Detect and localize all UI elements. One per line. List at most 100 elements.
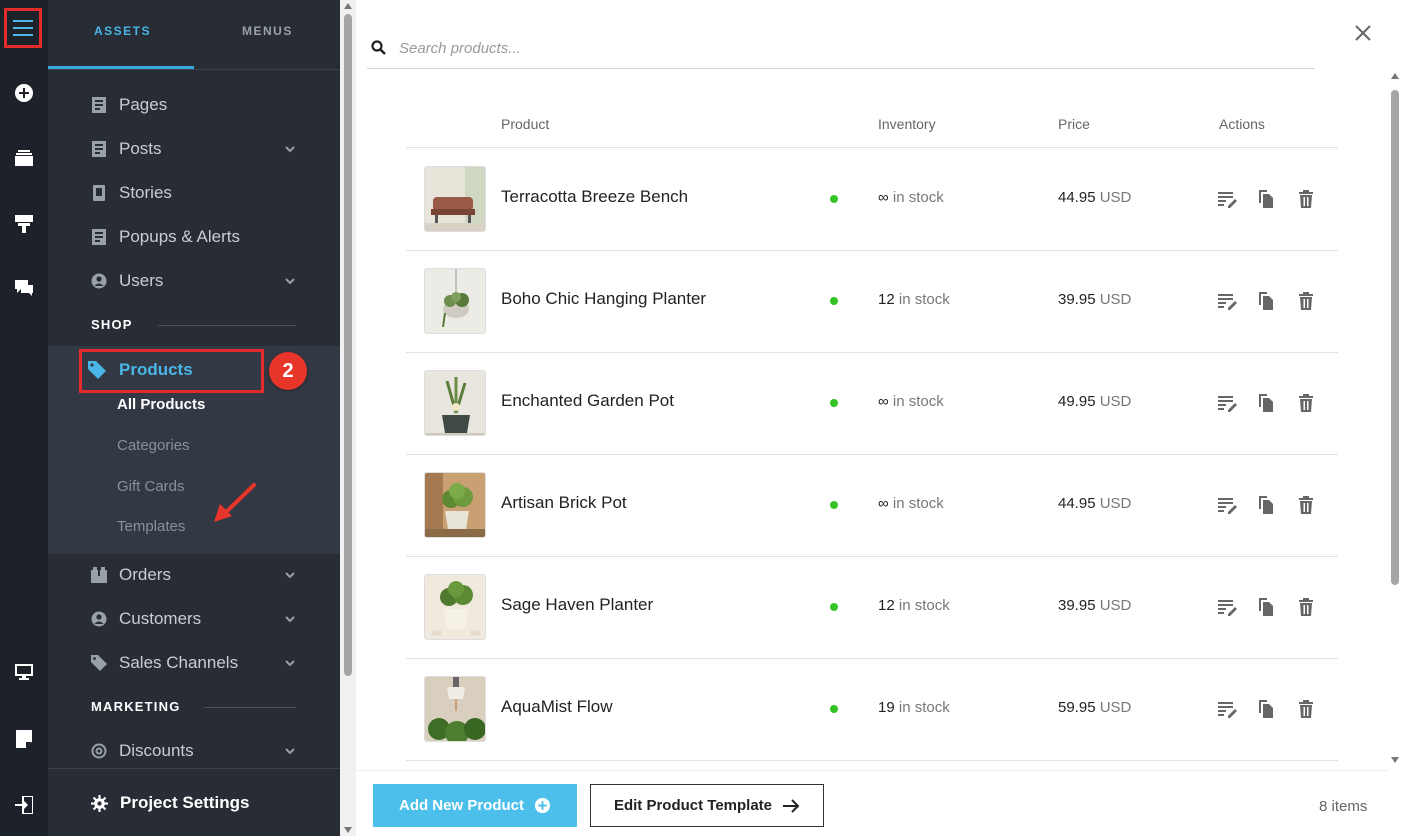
product-name[interactable]: Artisan Brick Pot <box>501 493 627 513</box>
price-amount: 44.95 <box>1058 189 1096 206</box>
edit-icon[interactable] <box>1217 495 1237 515</box>
table-row[interactable]: Boho Chic Hanging Planter 12 in stock 39.9… <box>406 251 1338 353</box>
user-icon <box>91 611 107 627</box>
sidebar-item-customers[interactable]: Customers <box>48 601 340 637</box>
rail-paint-button[interactable] <box>0 204 48 244</box>
story-icon <box>93 185 105 201</box>
rail-preview-button[interactable] <box>0 652 48 692</box>
sidebar-item-label: Products <box>119 360 193 379</box>
stock-qty: 12 <box>878 597 895 614</box>
user-icon <box>91 273 107 289</box>
sidebar-item-sales-channels[interactable]: Sales Channels <box>48 645 340 681</box>
rail-comments-button[interactable] <box>0 268 48 308</box>
duplicate-icon[interactable] <box>1256 189 1276 209</box>
product-name[interactable]: Sage Haven Planter <box>501 595 653 615</box>
product-name[interactable]: Terracotta Breeze Bench <box>501 187 688 207</box>
product-thumbnail[interactable] <box>424 574 486 640</box>
product-thumbnail[interactable] <box>424 472 486 538</box>
price-amount: 49.95 <box>1058 393 1096 410</box>
chevron-down-icon[interactable] <box>284 143 296 155</box>
edit-icon[interactable] <box>1217 189 1237 209</box>
sidebar-item-stories[interactable]: Stories <box>48 175 340 211</box>
sidebar-item-users[interactable]: Users <box>48 263 340 299</box>
table-row[interactable]: Enchanted Garden Pot ∞ in stock 49.95 USD <box>406 353 1338 455</box>
chevron-down-icon[interactable] <box>284 657 296 669</box>
chevron-down-icon[interactable] <box>284 569 296 581</box>
tab-assets[interactable]: ASSETS <box>94 24 151 38</box>
content-scrollbar[interactable] <box>1388 70 1404 770</box>
sidebar-item-discounts[interactable]: Discounts <box>48 733 340 769</box>
duplicate-icon[interactable] <box>1256 393 1276 413</box>
edit-icon[interactable] <box>1217 393 1237 413</box>
monitor-icon <box>15 664 33 680</box>
trash-icon[interactable] <box>1296 393 1316 413</box>
subnav-categories[interactable]: Categories <box>117 437 190 454</box>
sidebar-item-pages[interactable]: Pages <box>48 87 340 123</box>
subnav-gift-cards[interactable]: Gift Cards <box>117 478 185 495</box>
chevron-down-icon[interactable] <box>284 275 296 287</box>
edit-icon[interactable] <box>1217 699 1237 719</box>
table-row[interactable]: Sage Haven Planter 12 in stock 39.95 USD <box>406 557 1338 659</box>
subnav-all-products[interactable]: All Products <box>117 396 205 413</box>
rail-layers-button[interactable] <box>0 138 48 178</box>
product-thumbnail[interactable] <box>424 166 486 232</box>
table-row[interactable]: Terracotta Breeze Bench ∞ in stock 44.95 U… <box>406 149 1338 251</box>
col-inventory[interactable]: Inventory <box>878 116 936 132</box>
scroll-down-arrow-icon[interactable] <box>344 827 352 833</box>
note-icon <box>16 730 32 748</box>
col-actions: Actions <box>1219 116 1265 132</box>
hamburger-menu-button[interactable] <box>4 8 42 48</box>
product-name[interactable]: Boho Chic Hanging Planter <box>501 289 706 309</box>
annotation-arrow-icon <box>214 483 256 522</box>
rail-exit-button[interactable] <box>0 785 48 825</box>
product-thumbnail[interactable] <box>424 268 486 334</box>
edit-product-template-button[interactable]: Edit Product Template <box>590 784 824 827</box>
rail-add-button[interactable] <box>0 73 48 113</box>
trash-icon[interactable] <box>1296 495 1316 515</box>
duplicate-icon[interactable] <box>1256 699 1276 719</box>
col-product[interactable]: Product <box>501 116 549 132</box>
chevron-down-icon[interactable] <box>284 613 296 625</box>
sidebar-item-orders[interactable]: Orders <box>48 557 340 593</box>
table-row[interactable]: Artisan Brick Pot ∞ in stock 44.95 USD <box>406 455 1338 557</box>
search-input[interactable] <box>399 36 1199 60</box>
subnav-templates[interactable]: Templates <box>117 518 185 535</box>
sidebar-scrollbar[interactable] <box>340 0 356 836</box>
search-bar <box>367 28 1315 69</box>
sidebar-item-products[interactable]: Products <box>88 356 193 384</box>
scrollbar-thumb[interactable] <box>344 14 352 676</box>
close-icon[interactable] <box>1352 22 1374 44</box>
trash-icon[interactable] <box>1296 699 1316 719</box>
project-settings-button[interactable]: Project Settings <box>91 793 249 813</box>
at-sign-icon <box>91 743 107 759</box>
chevron-down-icon[interactable] <box>284 745 296 757</box>
edit-icon[interactable] <box>1217 291 1237 311</box>
product-name[interactable]: AquaMist Flow <box>501 697 612 717</box>
edit-icon[interactable] <box>1217 597 1237 617</box>
scroll-down-arrow-icon[interactable] <box>1391 757 1399 763</box>
duplicate-icon[interactable] <box>1256 597 1276 617</box>
page-icon <box>92 97 106 113</box>
duplicate-icon[interactable] <box>1256 291 1276 311</box>
trash-icon[interactable] <box>1296 189 1316 209</box>
price-currency: USD <box>1099 291 1132 308</box>
duplicate-icon[interactable] <box>1256 495 1276 515</box>
sidebar-item-posts[interactable]: Posts <box>48 131 340 167</box>
product-thumbnail[interactable] <box>424 676 486 742</box>
rail-notes-button[interactable] <box>0 719 48 759</box>
sidebar-item-label: Users <box>119 271 164 290</box>
trash-icon[interactable] <box>1296 291 1316 311</box>
sidebar-item-popups[interactable]: Popups & Alerts <box>48 219 340 255</box>
stock-qty: ∞ <box>878 189 889 206</box>
product-thumbnail[interactable] <box>424 370 486 436</box>
app-root: 1 ASSETS MENUS Pages Posts Stories Popup… <box>0 0 1404 836</box>
tab-menus[interactable]: MENUS <box>242 24 293 38</box>
col-price[interactable]: Price <box>1058 116 1090 132</box>
add-new-product-button[interactable]: Add New Product <box>373 784 577 827</box>
trash-icon[interactable] <box>1296 597 1316 617</box>
scroll-up-arrow-icon[interactable] <box>1391 73 1399 79</box>
product-name[interactable]: Enchanted Garden Pot <box>501 391 674 411</box>
scroll-up-arrow-icon[interactable] <box>344 3 352 9</box>
scrollbar-thumb[interactable] <box>1391 90 1399 585</box>
table-row[interactable]: AquaMist Flow 19 in stock 59.95 USD <box>406 659 1338 761</box>
